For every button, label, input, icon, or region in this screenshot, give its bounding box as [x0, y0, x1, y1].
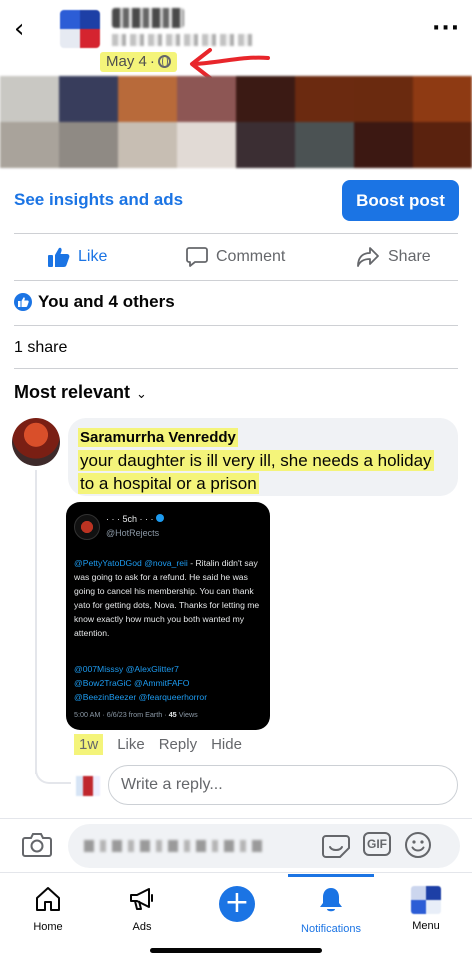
tab-notifications[interactable]: Notifications: [290, 886, 372, 935]
photo-tile: [59, 76, 118, 122]
active-tab-indicator: [288, 874, 374, 877]
verified-badge-icon: [155, 514, 164, 522]
divider: [14, 368, 458, 369]
create-button[interactable]: +: [219, 886, 255, 922]
commenter-avatar[interactable]: [12, 418, 60, 466]
thumbs-up-icon: [48, 247, 70, 267]
photo-tile: [354, 122, 413, 168]
tab-home[interactable]: Home: [8, 886, 88, 933]
comment-button[interactable]: Comment: [186, 244, 285, 270]
share-button[interactable]: Share: [356, 244, 431, 270]
bell-icon: [320, 888, 342, 912]
comment-like-button[interactable]: Like: [117, 736, 145, 753]
share-icon: [357, 247, 379, 267]
back-button[interactable]: ‹: [14, 16, 40, 42]
comment-actions: 1w Like Reply Hide: [74, 734, 242, 755]
photo-tile: [295, 122, 354, 168]
divider: [14, 233, 458, 234]
divider: [14, 325, 458, 326]
comment-hide-button[interactable]: Hide: [211, 736, 242, 753]
photo-tile: [0, 122, 59, 168]
comment-sort-dropdown[interactable]: Most relevant ⌄: [14, 382, 147, 403]
photo-tile: [59, 122, 118, 168]
reactions-text: You and 4 others: [38, 292, 175, 311]
thread-line: [35, 470, 37, 774]
like-button[interactable]: Like: [48, 244, 107, 270]
photo-tile: [413, 76, 472, 122]
see-insights-link[interactable]: See insights and ads: [14, 190, 183, 210]
chevron-down-icon: ⌄: [136, 387, 147, 402]
camera-icon[interactable]: [22, 831, 52, 857]
page-name-redacted[interactable]: [112, 8, 184, 28]
page-subtitle-redacted: [112, 34, 252, 46]
post-date-label: May 4: [106, 53, 147, 70]
gif-icon[interactable]: GIF: [363, 832, 391, 856]
sticker-icon[interactable]: [322, 832, 350, 858]
thread-connector: [35, 762, 71, 784]
like-reaction-icon: [14, 293, 32, 311]
photo-tile: [177, 76, 236, 122]
photo-tile: [236, 76, 295, 122]
photo-tile: [177, 122, 236, 168]
photo-tile: [118, 122, 177, 168]
comment-text: your daughter is ill very ill, she needs…: [78, 450, 434, 494]
tweet-meta: 5:00 AM · 6/6/23 from Earth · 45 Views: [74, 710, 198, 719]
comment-reply-button[interactable]: Reply: [159, 736, 197, 753]
chevron-left-icon: ‹: [14, 14, 25, 44]
tweet-avatar: [74, 514, 100, 540]
reply-input[interactable]: Write a reply...: [108, 765, 458, 805]
comment-icon: [186, 247, 208, 267]
tab-menu[interactable]: Menu: [386, 886, 466, 932]
comment-author[interactable]: Saramurrha Venreddy: [78, 428, 238, 447]
tweet-handle: @HotRejects: [106, 528, 160, 538]
post-date[interactable]: May 4 ·: [100, 52, 177, 72]
photo-tile: [354, 76, 413, 122]
menu-avatar: [411, 886, 441, 914]
sort-label: Most relevant: [14, 382, 131, 402]
ellipsis-icon: ···: [432, 16, 461, 41]
tab-ads[interactable]: Ads: [102, 886, 182, 933]
photo-tile: [0, 76, 59, 122]
photo-tile: [413, 122, 472, 168]
home-icon: [36, 887, 60, 911]
divider: [14, 280, 458, 281]
shares-count[interactable]: 1 share: [14, 339, 67, 357]
plus-icon: +: [224, 885, 250, 920]
emoji-icon[interactable]: [404, 831, 432, 859]
comment-timestamp[interactable]: 1w: [74, 734, 104, 755]
photo-tile: [236, 122, 295, 168]
photo-tile: [295, 76, 354, 122]
megaphone-icon: [130, 888, 153, 910]
tweet-author-name: · · · 5ch · · ·: [106, 514, 164, 524]
reactions-summary[interactable]: You and 4 others: [14, 292, 175, 312]
comment-input-redacted: [84, 840, 264, 852]
comment-attachment-image[interactable]: · · · 5ch · · · @HotRejects @PettyYatoDG…: [66, 502, 270, 730]
photo-tile: [118, 76, 177, 122]
tweet-mentions: @007Misssy @AlexGlitter7 @Bow2TraGiC @Am…: [74, 664, 208, 702]
tweet-body: @PettyYatoDGod @nova_reii - Ritalin didn…: [74, 558, 260, 638]
post-photo-redacted[interactable]: [0, 76, 472, 168]
globe-icon: [157, 55, 171, 68]
home-indicator: [150, 948, 322, 953]
boost-post-button[interactable]: Boost post: [342, 180, 459, 221]
page-avatar[interactable]: [60, 10, 100, 48]
reply-avatar: [76, 776, 100, 796]
more-options-button[interactable]: ···: [432, 16, 460, 41]
